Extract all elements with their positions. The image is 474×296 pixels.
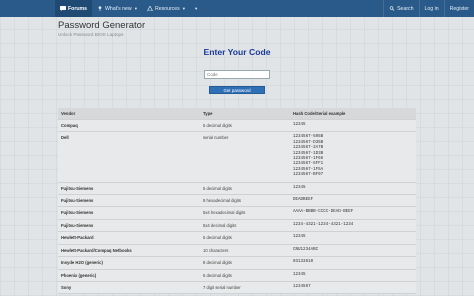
type-cell: 5 decimal digits [200, 231, 290, 245]
hash-line: 12345 [293, 272, 306, 277]
table-body: Compaq 5 decimal digits 12345 Dell serial nu… [58, 119, 416, 295]
vendor-cell: Hewlett-Packard [58, 231, 200, 245]
table-row: Fujitsu-Siemens 8 hexadecimal digits DEADB… [58, 194, 416, 208]
hash-cell: 1234567 [290, 281, 416, 295]
nav-register-label: Register [449, 5, 469, 12]
vendor-cell: Insyde H2O (generic) [58, 256, 200, 270]
vendor-cell: Sony [58, 281, 200, 295]
table-row: Fujitsu-Siemens 5 decimal digits 12345 [58, 182, 416, 196]
nav-resources[interactable]: Resources ▾ [142, 0, 190, 17]
header-hash: Hash Code/Serial example [290, 108, 416, 120]
type-cell: 5 decimal digits [200, 182, 290, 196]
vendor-cell: Fujitsu-Siemens [58, 182, 200, 196]
table-row: Sony 7 digit serial number 1234567 [58, 281, 416, 295]
type-cell: 5x4 hexadecimal digits [200, 206, 290, 220]
table-header-row: Vendor Type Hash Code/Serial example [58, 108, 416, 120]
nav-more-toggle[interactable]: ▾ [190, 0, 199, 17]
hash-line: 12345 [293, 123, 306, 127]
type-cell: 5x4 decimal digits [200, 219, 290, 233]
hash-line: CNU1234ABC [293, 247, 319, 252]
nav-register[interactable]: Register [443, 0, 474, 17]
nav-login[interactable]: Log in [418, 0, 444, 17]
top-navbar: Forums What's new ▾ Resources ▾ ▾ Search… [0, 0, 474, 17]
hash-cell: 1234567-595B 1234567-D35B 1234567-2A7B 1234… [290, 131, 416, 183]
nav-forums[interactable]: Forums [55, 0, 93, 17]
page-subtitle: Unlock Password BIOS Laptops [58, 32, 124, 37]
hash-cell: AAAA-BBBB-CCCC-DEAD-BEEF [290, 206, 416, 220]
hash-cell: 12345 [290, 119, 416, 133]
resources-icon [147, 6, 153, 11]
hash-line: 1234567 [293, 284, 311, 289]
nav-whats-new[interactable]: What's new ▾ [92, 0, 142, 17]
search-icon [389, 6, 395, 11]
vendor-cell: Fujitsu-Siemens [58, 206, 200, 220]
nav-resources-label: Resources [154, 5, 180, 12]
type-cell: serial number [200, 131, 290, 183]
vendor-cell: Dell [58, 131, 200, 183]
chevron-down-icon: ▾ [195, 5, 198, 11]
table-row: Insyde H2O (generic) 8 decimal digits 0313… [58, 256, 416, 270]
type-cell: 8 decimal digits [200, 256, 290, 270]
hash-cell: 12345 [290, 182, 416, 196]
chevron-down-icon: ▾ [182, 5, 186, 11]
nav-login-label: Log in [424, 5, 439, 12]
chevron-down-icon: ▾ [134, 5, 137, 11]
hash-cell: CNU1234ABC [290, 244, 416, 258]
hash-cell: 03133610 [290, 256, 416, 270]
vendor-cell: Compaq [58, 119, 200, 133]
type-cell: 5 decimal digits [200, 119, 290, 133]
header-type: Type [200, 108, 290, 120]
nav-search-label: Search [397, 5, 414, 12]
nav-right-group: Search Log in Register [383, 0, 474, 17]
hash-line: 03133610 [293, 260, 314, 265]
table-row: Fujitsu-Siemens 5x4 hexadecimal digits AAA… [58, 206, 416, 220]
nav-forums-label: Forums [68, 5, 88, 12]
type-cell: 5 decimal digits [200, 269, 290, 282]
nav-whats-new-label: What's new [105, 5, 132, 12]
type-cell: 10 characters [200, 244, 290, 258]
table-row: Compaq 5 decimal digits 12345 [58, 119, 416, 133]
password-table: Vendor Type Hash Code/Serial example Com… [58, 108, 416, 295]
hash-line: 12345 [293, 235, 306, 240]
get-password-button[interactable]: Get password [209, 86, 265, 94]
hash-cell: DEADBEEF [290, 194, 416, 208]
vendor-cell: Fujitsu-Siemens [58, 194, 200, 208]
hash-cell: 12345 [290, 269, 416, 282]
table-row: Dell serial number 1234567-595B 1234567-D35… [58, 131, 416, 183]
table-row: Hewlett-Packard/Compaq Netbooks 10 charac… [58, 244, 416, 258]
hash-line: 1234567-BF97 [293, 173, 324, 178]
hash-line: AAAA-BBBB-CCCC-DEAD-BEEF [293, 210, 354, 215]
page-title: Password Generator [58, 20, 146, 31]
table-row: Hewlett-Packard 5 decimal digits 12345 [58, 231, 416, 245]
type-cell: 8 hexadecimal digits [200, 194, 290, 208]
hash-line: DEADBEEF [293, 198, 314, 203]
pin-icon [98, 6, 102, 11]
hash-cell: 1234-4321-1234-4321-1234 [290, 219, 416, 233]
vendor-cell: Hewlett-Packard/Compaq Netbooks [58, 244, 200, 258]
vendor-cell: Fujitsu-Siemens [58, 219, 200, 233]
form-heading: Enter Your Code [203, 47, 271, 57]
code-input[interactable] [204, 70, 270, 79]
vendor-cell: Phoenix (generic) [58, 269, 200, 282]
table-row: Phoenix (generic) 5 decimal digits 12345 [58, 269, 416, 282]
header-vendor: Vendor [58, 108, 200, 120]
table-row: Fujitsu-Siemens 5x4 decimal digits 1234-43… [58, 219, 416, 233]
hash-line: 12345 [293, 185, 306, 190]
hash-line: 1234-4321-1234-4321-1234 [293, 222, 354, 227]
forum-icon [60, 6, 66, 11]
type-cell: 7 digit serial number [200, 281, 290, 295]
nav-search[interactable]: Search [383, 0, 418, 17]
hash-cell: 12345 [290, 231, 416, 245]
